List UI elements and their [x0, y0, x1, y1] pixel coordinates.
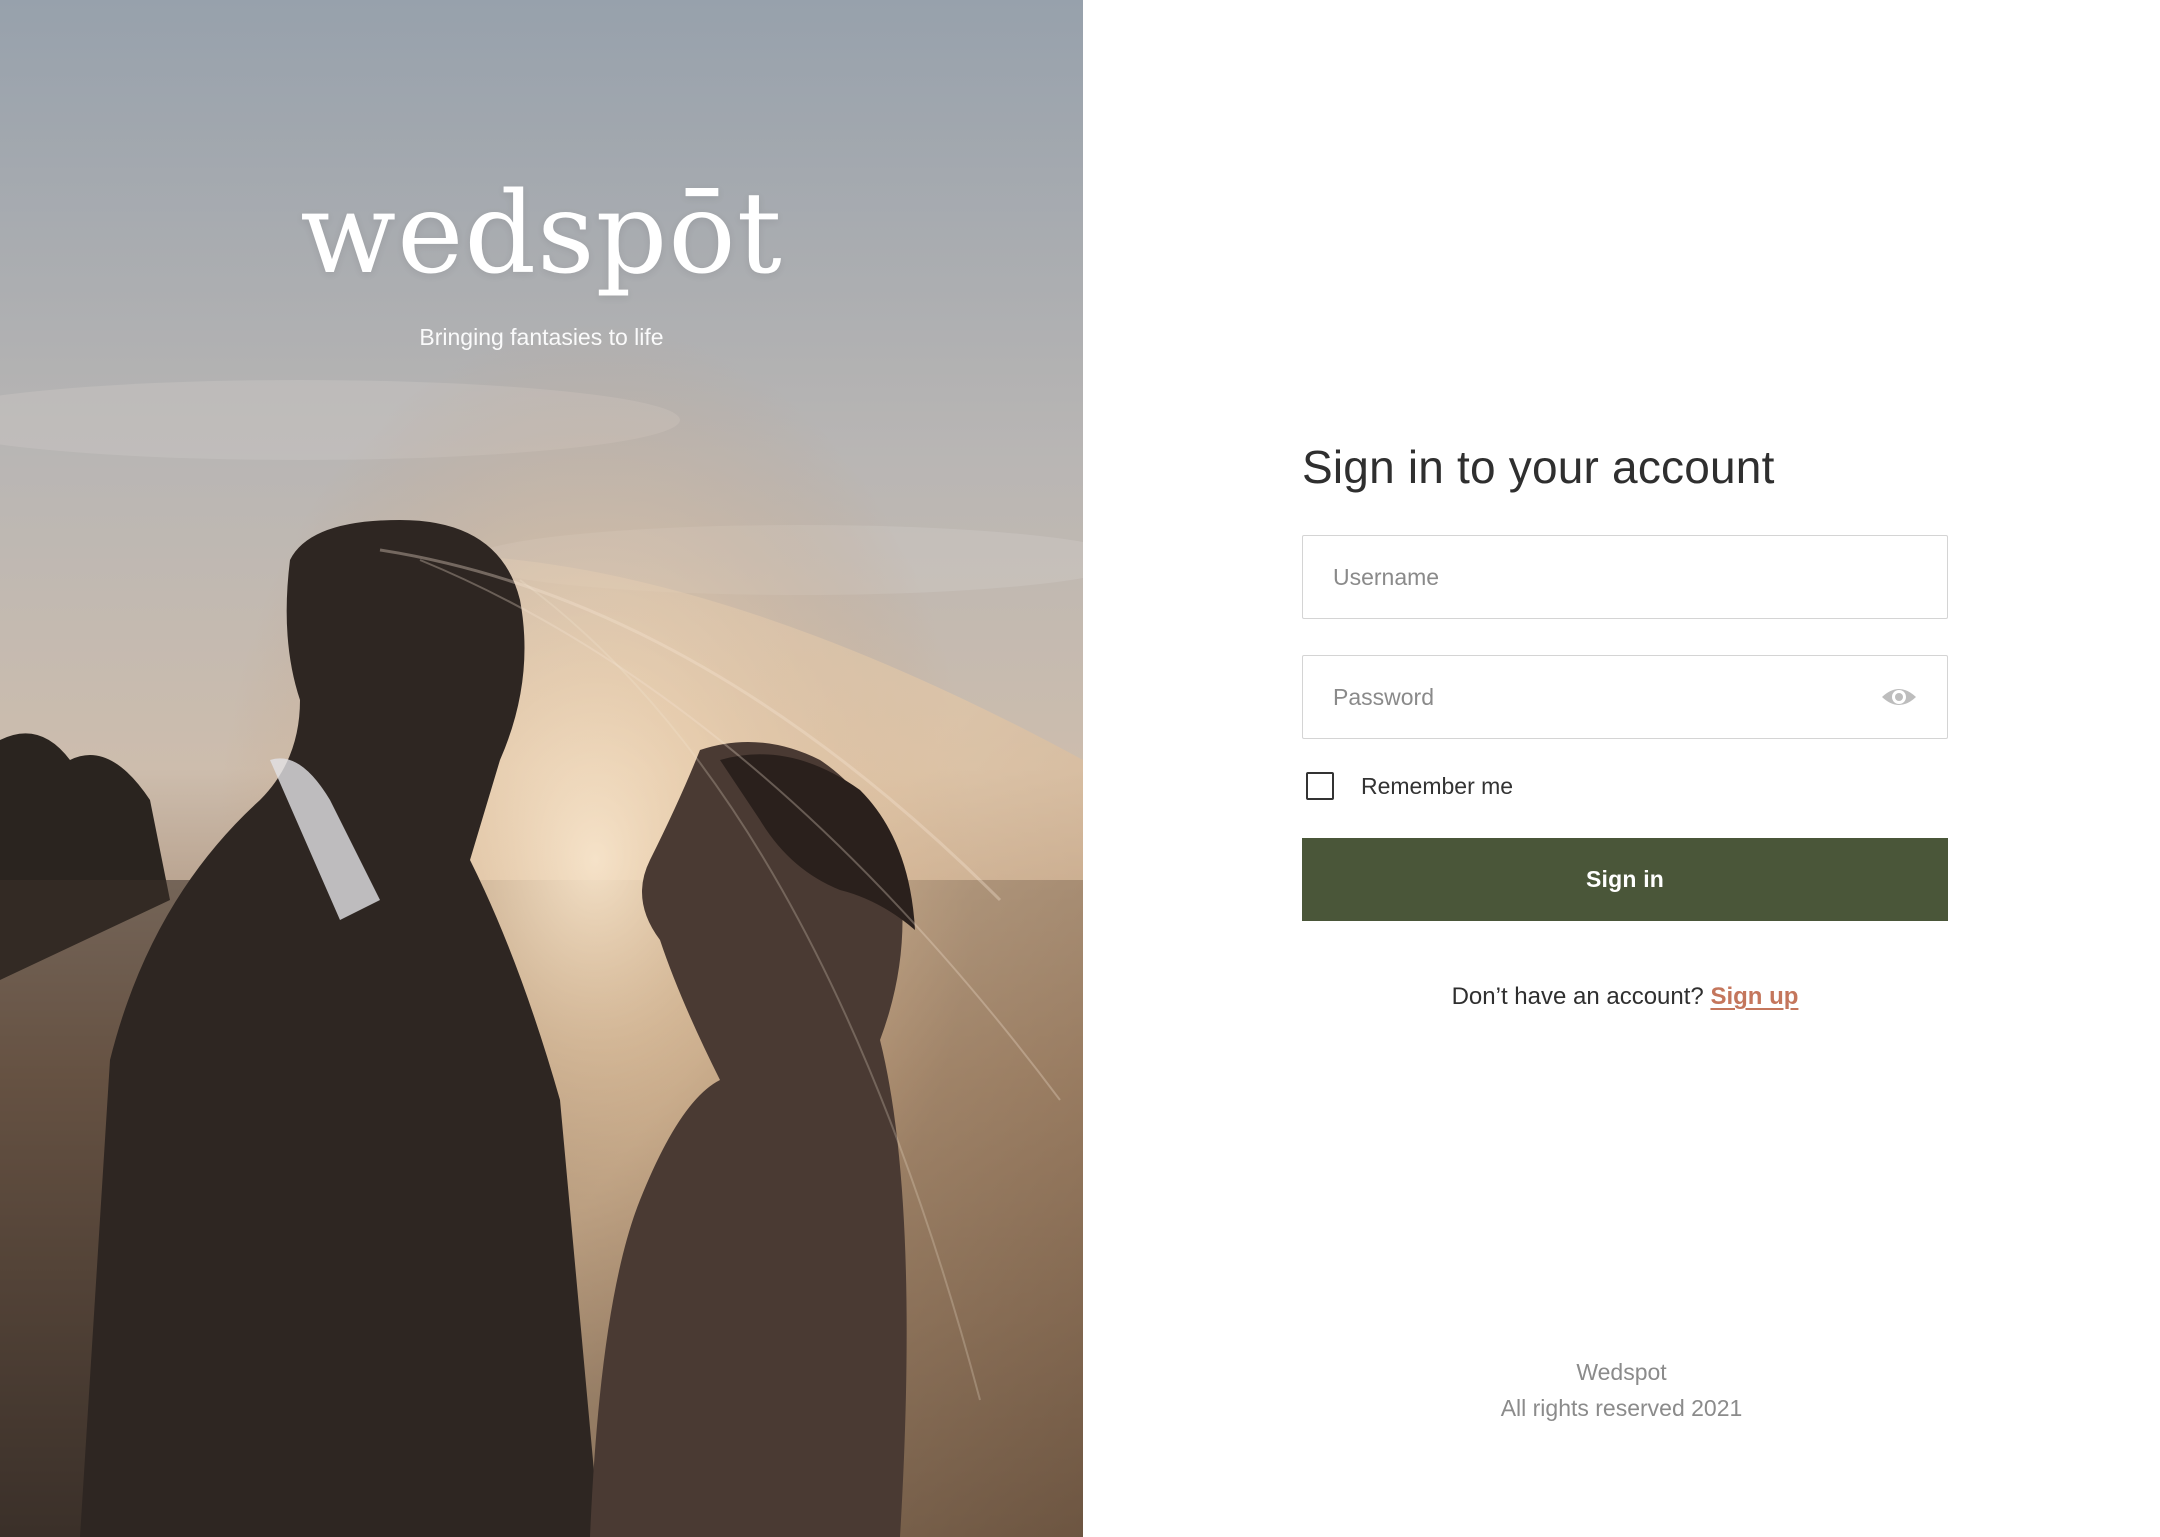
signin-form: Sign in to your account Remember me — [1302, 440, 1948, 1011]
brand-logo: wedspōt — [300, 169, 783, 299]
eye-icon-graphic — [1882, 689, 1916, 705]
signin-page: wedspōt Bringing fantasies to life Sign … — [0, 0, 2160, 1537]
footer: Wedspot All rights reserved 2021 — [1083, 1354, 2160, 1426]
remember-me-row: Remember me — [1302, 772, 1948, 800]
footer-company: Wedspot — [1576, 1359, 1667, 1385]
brand-block: wedspōt Bringing fantasies to life — [0, 178, 1083, 351]
footer-copyright: All rights reserved 2021 — [1500, 1395, 1743, 1421]
sign-up-link[interactable]: Sign up — [1710, 983, 1798, 1010]
hero-photo-panel: wedspōt Bringing fantasies to life — [0, 0, 1083, 1537]
sign-in-button[interactable]: Sign in — [1302, 838, 1948, 921]
signin-title: Sign in to your account — [1302, 441, 1775, 493]
remember-me-checkbox[interactable] — [1306, 772, 1334, 800]
no-account-text: Don’t have an account? — [1451, 983, 1704, 1010]
signup-prompt: Don’t have an account? Sign up — [1302, 983, 1948, 1011]
signin-panel: Sign in to your account Remember me — [1083, 0, 2160, 1537]
password-input[interactable] — [1303, 656, 1947, 738]
password-field-wrapper — [1302, 655, 1948, 739]
username-input[interactable] — [1303, 536, 1947, 618]
username-field-wrapper — [1302, 535, 1948, 619]
brand-tagline: Bringing fantasies to life — [419, 324, 664, 350]
remember-me-label[interactable]: Remember me — [1361, 773, 1513, 800]
eye-icon[interactable] — [1881, 683, 1917, 711]
